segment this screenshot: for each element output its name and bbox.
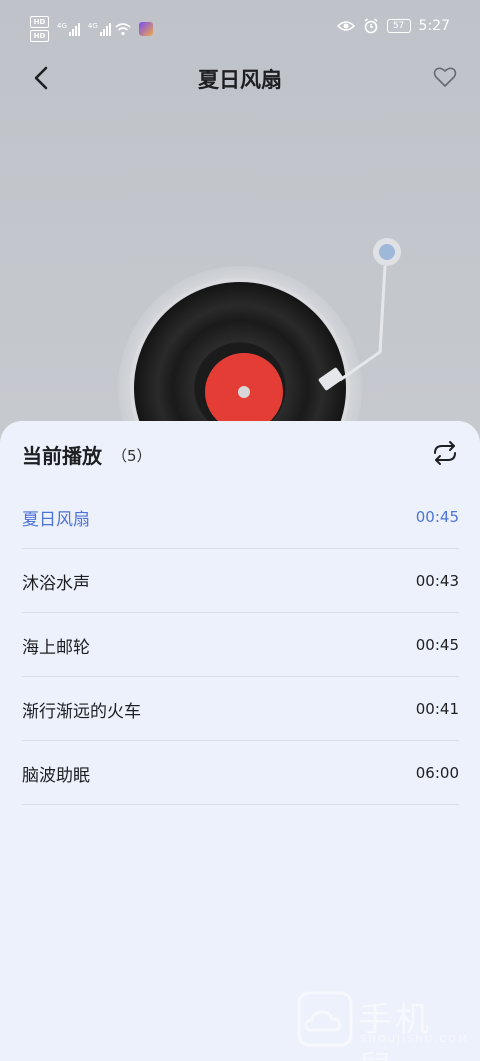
app-notification-icon	[138, 22, 153, 36]
track-item[interactable]: 夏日风扇 00:45	[22, 485, 459, 549]
track-item[interactable]: 沐浴水声 00:43	[22, 549, 459, 613]
battery-icon: 57	[386, 19, 411, 33]
signal-icon: 4G	[57, 22, 80, 36]
playlist-title: 当前播放	[22, 444, 102, 468]
header: 夏日风扇	[0, 56, 480, 100]
track-name: 夏日风扇	[22, 510, 90, 530]
eye-icon	[336, 21, 355, 31]
track-name: 沐浴水声	[22, 574, 90, 594]
hd-icon: HD	[30, 30, 49, 42]
watermark-text: 手机鼠	[358, 1000, 432, 1061]
record-spindle	[238, 386, 250, 398]
cloud-logo-icon	[297, 991, 353, 1047]
status-bar: HD HD 4G 4G 57 5:27	[0, 0, 480, 56]
track-name: 海上邮轮	[22, 638, 90, 658]
heart-icon	[433, 67, 457, 87]
track-duration: 06:00	[415, 764, 459, 782]
track-name: 脑波助眠	[22, 766, 90, 786]
track-name: 渐行渐远的火车	[22, 702, 141, 722]
hd-icon: HD	[30, 16, 49, 28]
page-title: 夏日风扇	[198, 68, 282, 92]
track-duration: 00:45	[415, 508, 459, 526]
status-time: 5:27	[418, 18, 450, 34]
watermark: 手机鼠 SHOUJISHU.COM	[296, 990, 469, 1061]
alarm-icon	[364, 18, 378, 34]
hd-icons: HD HD	[30, 16, 49, 42]
favorite-button[interactable]	[432, 64, 458, 90]
track-duration: 00:45	[415, 636, 459, 654]
screen: HD HD 4G 4G 57 5:27 夏日风扇 当前播放 （5） 夏日风扇 0…	[0, 0, 480, 1061]
network-type-label: 4G	[87, 22, 98, 30]
playlist-sheet: 当前播放 （5） 夏日风扇 00:45 沐浴水声 00:43 海上邮轮 00:4…	[0, 421, 480, 1061]
track-duration: 00:41	[415, 700, 459, 718]
track-item[interactable]: 脑波助眠 06:00	[22, 741, 459, 805]
track-item[interactable]: 渐行渐远的火车 00:41	[22, 677, 459, 741]
loop-mode-button[interactable]	[430, 439, 460, 467]
track-item[interactable]: 海上邮轮 00:45	[22, 613, 459, 677]
track-list: 夏日风扇 00:45 沐浴水声 00:43 海上邮轮 00:45 渐行渐远的火车…	[22, 485, 459, 805]
tonearm	[318, 238, 401, 391]
record-label	[205, 353, 283, 431]
wifi-icon	[115, 23, 131, 36]
status-right: 57 5:27	[336, 18, 450, 34]
track-duration: 00:43	[415, 572, 459, 590]
playlist-count: （5）	[112, 447, 152, 465]
repeat-icon	[434, 441, 456, 465]
record-player	[0, 230, 480, 510]
network-type-label: 4G	[57, 22, 67, 30]
signal-icon: 4G	[88, 22, 111, 36]
status-left: HD HD 4G 4G	[30, 16, 153, 42]
watermark-domain: SHOUJISHU.COM	[360, 1034, 469, 1045]
